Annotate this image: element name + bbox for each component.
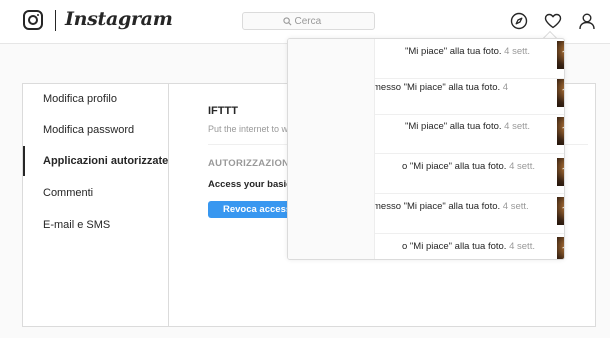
- authorizations-heading: AUTORIZZAZIONI: [208, 158, 293, 169]
- settings-sidebar: Modifica profilo Modifica password Appli…: [23, 84, 169, 326]
- app-name: IFTTT: [208, 105, 238, 117]
- search-input[interactable]: [294, 15, 335, 27]
- profile-icon[interactable]: [578, 12, 596, 30]
- activity-text: messo "Mi piace" alla tua foto.: [373, 201, 501, 212]
- sidebar-item-commenti[interactable]: Commenti: [23, 178, 169, 208]
- activity-time: 4: [502, 82, 509, 93]
- post-thumbnail[interactable]: [557, 79, 564, 107]
- activity-time: 4 sett.: [509, 161, 535, 172]
- post-thumbnail[interactable]: [557, 158, 564, 186]
- heart-activity-icon[interactable]: [544, 12, 562, 30]
- logo-separator: [55, 10, 56, 31]
- activity-text: o "Mi piace" alla tua foto.: [402, 241, 507, 252]
- post-thumbnail[interactable]: [557, 197, 564, 225]
- access-permission-text: Access your basic i: [208, 179, 297, 190]
- post-thumbnail[interactable]: [557, 237, 564, 259]
- sidebar-item-applicazioni-autorizzate[interactable]: Applicazioni autorizzate: [23, 146, 169, 176]
- activity-text: "Mi piace" alla tua foto.: [405, 121, 502, 132]
- search-box[interactable]: [242, 12, 375, 30]
- sidebar-item-email-sms[interactable]: E-mail e SMS: [23, 210, 169, 240]
- activity-time: 4 sett.: [504, 46, 531, 57]
- instagram-camera-icon[interactable]: [23, 10, 43, 30]
- activity-text: o "Mi piace" alla tua foto.: [402, 161, 507, 172]
- activity-time: 4 sett.: [504, 121, 531, 132]
- instagram-wordmark[interactable]: Instagram: [65, 8, 173, 30]
- dropdown-blank-region: [288, 39, 375, 259]
- activity-text: "Mi piace" alla tua foto.: [405, 46, 502, 57]
- activity-time: 4 sett.: [502, 201, 529, 212]
- sidebar-item-modifica-profilo[interactable]: Modifica profilo: [23, 84, 169, 114]
- activity-dropdown: "Mi piace" alla tua foto. 4 sett. messo …: [287, 38, 565, 260]
- sidebar-item-modifica-password[interactable]: Modifica password: [23, 115, 169, 145]
- app-description: Put the internet to w: [208, 124, 289, 134]
- revoke-access-button[interactable]: Revoca accesso: [208, 201, 298, 218]
- activity-time: 4 sett.: [509, 241, 535, 252]
- search-icon: [282, 16, 291, 25]
- compass-explore-icon[interactable]: [510, 12, 528, 30]
- post-thumbnail[interactable]: [557, 117, 564, 145]
- post-thumbnail[interactable]: [557, 41, 564, 69]
- activity-text: messo "Mi piace" alla tua foto.: [373, 82, 501, 93]
